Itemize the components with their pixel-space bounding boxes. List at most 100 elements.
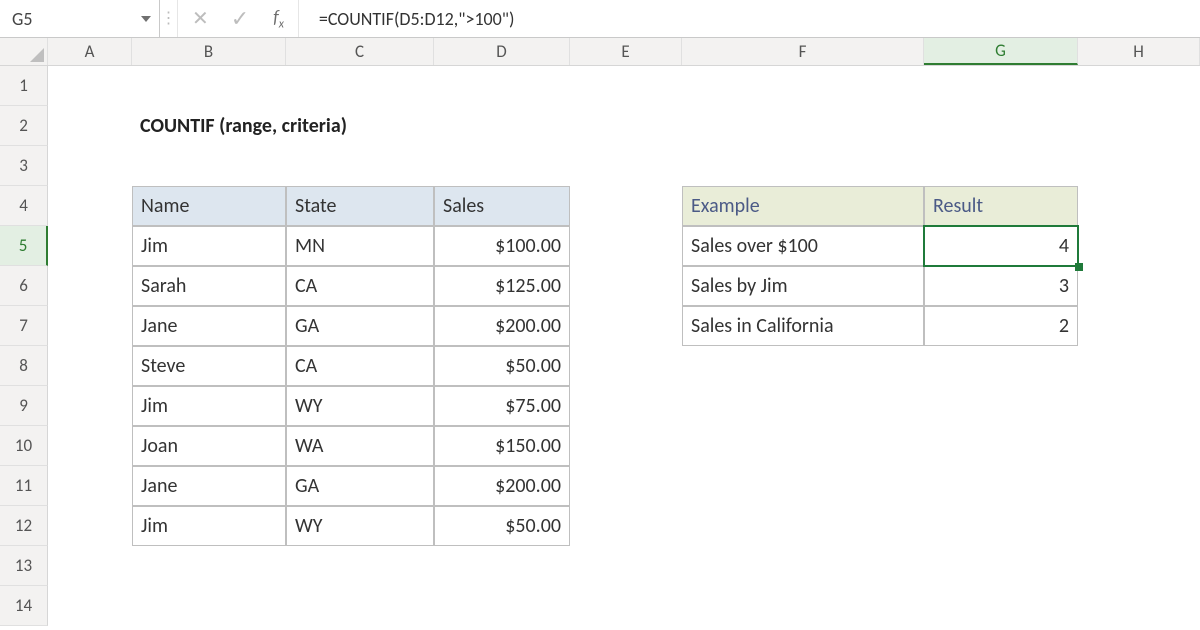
cell-C9[interactable]: WY <box>286 386 434 426</box>
cell-C5[interactable]: MN <box>286 226 434 266</box>
cell-G13[interactable] <box>924 546 1078 586</box>
cell-F11[interactable] <box>682 466 924 506</box>
col-header-E[interactable]: E <box>570 38 682 65</box>
cell-A1[interactable] <box>48 66 132 106</box>
cell-G3[interactable] <box>924 146 1078 186</box>
cell-E10[interactable] <box>570 426 682 466</box>
cell-B10[interactable]: Joan <box>132 426 286 466</box>
cell-F12[interactable] <box>682 506 924 546</box>
col-header-D[interactable]: D <box>434 38 570 65</box>
row-header-10[interactable]: 10 <box>0 426 48 466</box>
cell-E7[interactable] <box>570 306 682 346</box>
fill-handle[interactable] <box>1075 263 1083 271</box>
cell-E2[interactable] <box>570 106 682 146</box>
cell-B5[interactable]: Jim <box>132 226 286 266</box>
cell-F2[interactable] <box>682 106 924 146</box>
cell-A13[interactable] <box>48 546 132 586</box>
cell-H2[interactable] <box>1078 106 1200 146</box>
t1-header-state[interactable]: State <box>286 186 434 226</box>
cell-B6[interactable]: Sarah <box>132 266 286 306</box>
t2-header-result[interactable]: Result <box>924 186 1078 226</box>
spreadsheet-grid[interactable]: A B C D E F G H 1 2 COUNTIF (range, crit… <box>0 38 1200 626</box>
cell-C3[interactable] <box>286 146 434 186</box>
cell-G14[interactable] <box>924 586 1078 626</box>
select-all-corner[interactable] <box>0 38 48 65</box>
col-header-F[interactable]: F <box>682 38 924 65</box>
cell-E11[interactable] <box>570 466 682 506</box>
cell-A11[interactable] <box>48 466 132 506</box>
col-header-A[interactable]: A <box>48 38 132 65</box>
cell-E3[interactable] <box>570 146 682 186</box>
row-header-5[interactable]: 5 <box>0 226 48 266</box>
cell-B11[interactable]: Jane <box>132 466 286 506</box>
cell-A3[interactable] <box>48 146 132 186</box>
cell-C10[interactable]: WA <box>286 426 434 466</box>
cell-H9[interactable] <box>1078 386 1200 426</box>
row-header-4[interactable]: 4 <box>0 186 48 226</box>
cell-B13[interactable] <box>132 546 286 586</box>
cell-H6[interactable] <box>1078 266 1200 306</box>
cell-B12[interactable]: Jim <box>132 506 286 546</box>
cell-D11[interactable]: $200.00 <box>434 466 570 506</box>
cell-G2[interactable] <box>924 106 1078 146</box>
cell-H13[interactable] <box>1078 546 1200 586</box>
row-header-13[interactable]: 13 <box>0 546 48 586</box>
cell-B14[interactable] <box>132 586 286 626</box>
cell-A2[interactable] <box>48 106 132 146</box>
cell-E6[interactable] <box>570 266 682 306</box>
name-box[interactable]: G5 <box>0 0 160 37</box>
cell-G7[interactable]: 2 <box>924 306 1078 346</box>
cell-C11[interactable]: GA <box>286 466 434 506</box>
fx-icon[interactable]: fx <box>273 6 284 32</box>
row-header-1[interactable]: 1 <box>0 66 48 106</box>
cell-E9[interactable] <box>570 386 682 426</box>
cell-G11[interactable] <box>924 466 1078 506</box>
row-header-6[interactable]: 6 <box>0 266 48 306</box>
cell-G8[interactable] <box>924 346 1078 386</box>
cell-B9[interactable]: Jim <box>132 386 286 426</box>
cell-F5[interactable]: Sales over $100 <box>682 226 924 266</box>
row-header-9[interactable]: 9 <box>0 386 48 426</box>
t1-header-sales[interactable]: Sales <box>434 186 570 226</box>
cell-E5[interactable] <box>570 226 682 266</box>
cell-B3[interactable] <box>132 146 286 186</box>
col-header-C[interactable]: C <box>286 38 434 65</box>
row-header-2[interactable]: 2 <box>0 106 48 146</box>
cell-F6[interactable]: Sales by Jim <box>682 266 924 306</box>
cell-D8[interactable]: $50.00 <box>434 346 570 386</box>
cell-C8[interactable]: CA <box>286 346 434 386</box>
cell-E12[interactable] <box>570 506 682 546</box>
row-header-7[interactable]: 7 <box>0 306 48 346</box>
cell-E13[interactable] <box>570 546 682 586</box>
col-header-G[interactable]: G <box>924 38 1078 65</box>
t2-header-example[interactable]: Example <box>682 186 924 226</box>
cell-B1[interactable] <box>132 66 286 106</box>
cell-E1[interactable] <box>570 66 682 106</box>
cell-H8[interactable] <box>1078 346 1200 386</box>
cell-H7[interactable] <box>1078 306 1200 346</box>
cell-B8[interactable]: Steve <box>132 346 286 386</box>
dropdown-arrow-icon[interactable] <box>141 16 151 22</box>
cell-D10[interactable]: $150.00 <box>434 426 570 466</box>
cell-A10[interactable] <box>48 426 132 466</box>
row-header-11[interactable]: 11 <box>0 466 48 506</box>
cell-H3[interactable] <box>1078 146 1200 186</box>
cell-D14[interactable] <box>434 586 570 626</box>
cell-C1[interactable] <box>286 66 434 106</box>
cell-H4[interactable] <box>1078 186 1200 226</box>
col-header-H[interactable]: H <box>1078 38 1200 65</box>
formula-input[interactable]: =COUNTIF(D5:D12,">100") <box>299 0 1200 37</box>
cell-F9[interactable] <box>682 386 924 426</box>
cell-D3[interactable] <box>434 146 570 186</box>
cell-F14[interactable] <box>682 586 924 626</box>
cell-E4[interactable] <box>570 186 682 226</box>
cell-A12[interactable] <box>48 506 132 546</box>
cell-C12[interactable]: WY <box>286 506 434 546</box>
cell-D6[interactable]: $125.00 <box>434 266 570 306</box>
cell-A7[interactable] <box>48 306 132 346</box>
cell-H1[interactable] <box>1078 66 1200 106</box>
cell-F1[interactable] <box>682 66 924 106</box>
cell-C6[interactable]: CA <box>286 266 434 306</box>
cell-A14[interactable] <box>48 586 132 626</box>
cell-G1[interactable] <box>924 66 1078 106</box>
